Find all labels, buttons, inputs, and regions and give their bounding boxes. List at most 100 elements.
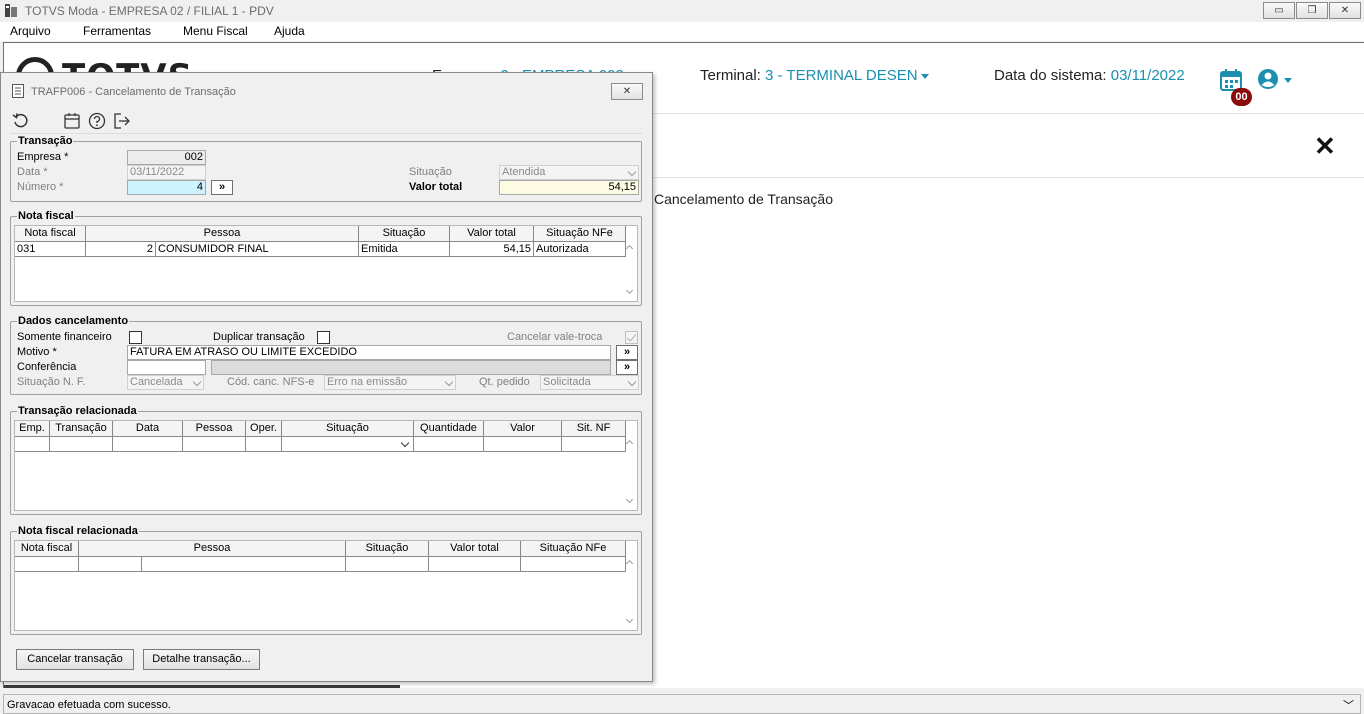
vertical-scrollbar[interactable] xyxy=(623,226,637,301)
toolbar-divider xyxy=(10,133,642,134)
empresa-field[interactable]: 002 xyxy=(127,150,206,165)
cod-canc-select[interactable]: Erro na emissão xyxy=(324,375,456,390)
minimize-button[interactable]: ▭ xyxy=(1263,2,1295,19)
group-title: Transação xyxy=(17,135,74,147)
conferencia-field[interactable] xyxy=(127,360,206,375)
system-date-value: 03/11/2022 xyxy=(1110,67,1185,84)
scroll-down-icon[interactable] xyxy=(625,286,634,295)
vertical-scrollbar[interactable] xyxy=(623,421,637,510)
scroll-up-icon[interactable] xyxy=(625,244,634,253)
table-cell[interactable] xyxy=(246,437,282,452)
menu-ferramentas[interactable]: Ferramentas xyxy=(83,24,151,38)
column-header[interactable]: Nota fiscal xyxy=(15,226,86,242)
valor-total-field[interactable]: 54,15 xyxy=(499,180,639,195)
table-cell[interactable] xyxy=(521,557,626,572)
column-header[interactable]: Valor total xyxy=(450,226,534,242)
situacao-dropdown-cell[interactable] xyxy=(282,437,414,452)
table-cell[interactable]: 54,15 xyxy=(450,242,534,257)
table-cell[interactable] xyxy=(15,557,79,572)
column-header[interactable]: Emp. xyxy=(15,421,50,437)
refresh-icon[interactable] xyxy=(12,112,30,130)
cancelar-transacao-button[interactable]: Cancelar transação xyxy=(16,649,134,670)
notification-badge: 00 xyxy=(1231,88,1252,106)
situacao-label: Situação xyxy=(409,166,452,178)
qt-pedido-value: Solicitada xyxy=(543,376,591,388)
numero-lookup-button[interactable]: » xyxy=(211,180,233,195)
column-header[interactable]: Transação xyxy=(50,421,113,437)
user-avatar-icon[interactable] xyxy=(1257,68,1293,90)
column-header[interactable]: Situação xyxy=(346,541,429,557)
terminal-selector[interactable]: Terminal: 3 - TERMINAL DESEN xyxy=(700,67,929,84)
close-icon: ✕ xyxy=(622,86,632,97)
horizontal-scrollbar[interactable] xyxy=(4,685,400,688)
menu-ajuda[interactable]: Ajuda xyxy=(274,24,305,38)
conferencia-label: Conferência xyxy=(17,361,77,373)
table-cell[interactable]: 031 xyxy=(15,242,86,257)
motivo-field[interactable]: FATURA EM ATRASO OU LIMITE EXCEDIDO xyxy=(127,345,611,360)
status-bar: Gravacao efetuada com sucesso. ﹀ xyxy=(3,694,1361,714)
scroll-up-icon[interactable] xyxy=(625,439,634,448)
scroll-down-icon[interactable] xyxy=(625,495,634,504)
column-header[interactable]: Situação NFe xyxy=(521,541,626,557)
motivo-lookup-button[interactable]: » xyxy=(616,345,638,360)
terminal-label: Terminal: xyxy=(700,67,761,84)
table-cell[interactable] xyxy=(484,437,562,452)
cancelar-vale-checkbox[interactable] xyxy=(625,331,638,344)
close-page-icon[interactable]: ✕ xyxy=(1314,131,1336,162)
table-cell[interactable] xyxy=(414,437,484,452)
table-cell[interactable]: 2 xyxy=(86,242,156,257)
table-cell[interactable] xyxy=(142,557,346,572)
table-cell[interactable] xyxy=(429,557,521,572)
table-cell[interactable]: Emitida xyxy=(359,242,450,257)
chevron-down-icon[interactable]: ﹀ xyxy=(1343,697,1354,713)
column-header[interactable]: Situação xyxy=(282,421,414,437)
qt-pedido-select[interactable]: Solicitada xyxy=(540,375,639,390)
column-header[interactable]: Situação NFe xyxy=(534,226,626,242)
help-icon[interactable] xyxy=(88,112,106,130)
table-cell[interactable] xyxy=(15,437,50,452)
column-header[interactable]: Valor total xyxy=(429,541,521,557)
chevron-down-icon xyxy=(444,377,454,387)
scroll-up-icon[interactable] xyxy=(625,559,634,568)
system-date-label: Data do sistema: xyxy=(994,67,1107,84)
table-cell[interactable] xyxy=(183,437,246,452)
column-header[interactable]: Situação xyxy=(359,226,450,242)
table-cell[interactable] xyxy=(113,437,183,452)
data-field[interactable]: 03/11/2022 xyxy=(127,165,206,180)
column-header[interactable]: Pessoa xyxy=(79,541,346,557)
situacao-select[interactable]: Atendida xyxy=(499,165,639,180)
column-header[interactable]: Data xyxy=(113,421,183,437)
table-cell[interactable]: CONSUMIDOR FINAL xyxy=(156,242,359,257)
table-cell[interactable]: Autorizada xyxy=(534,242,626,257)
numero-field[interactable]: 4 xyxy=(127,180,206,195)
conferencia-lookup-button[interactable]: » xyxy=(616,360,638,375)
duplicar-checkbox[interactable] xyxy=(317,331,330,344)
column-header[interactable]: Quantidade xyxy=(414,421,484,437)
menu-arquivo[interactable]: Arquivo xyxy=(10,24,51,38)
scroll-down-icon[interactable] xyxy=(625,615,634,624)
column-header[interactable]: Sit. NF xyxy=(562,421,626,437)
restore-button[interactable]: ❐ xyxy=(1296,2,1328,19)
column-header[interactable]: Valor xyxy=(484,421,562,437)
table-cell[interactable] xyxy=(79,557,142,572)
somente-financeiro-checkbox[interactable] xyxy=(129,331,142,344)
table-cell[interactable] xyxy=(50,437,113,452)
cod-canc-label: Cód. canc. NFS-e xyxy=(227,376,315,388)
table-cell[interactable] xyxy=(562,437,626,452)
column-header[interactable]: Oper. xyxy=(246,421,282,437)
situacao-nf-select[interactable]: Cancelada xyxy=(127,375,204,390)
cancelamento-dialog: TRAFP006 - Cancelamento de Transação ✕ T… xyxy=(0,72,653,682)
vertical-scrollbar[interactable] xyxy=(623,541,637,630)
dialog-close-button[interactable]: ✕ xyxy=(611,83,643,100)
table-cell[interactable] xyxy=(346,557,429,572)
dialog-title: TRAFP006 - Cancelamento de Transação xyxy=(31,86,236,98)
menu-fiscal[interactable]: Menu Fiscal xyxy=(183,24,248,38)
calendar-icon[interactable] xyxy=(63,112,81,130)
column-header[interactable]: Pessoa xyxy=(183,421,246,437)
column-header[interactable]: Nota fiscal xyxy=(15,541,79,557)
column-header[interactable]: Pessoa xyxy=(86,226,359,242)
exit-icon[interactable] xyxy=(113,112,131,130)
dialog-titlebar: TRAFP006 - Cancelamento de Transação ✕ xyxy=(1,73,652,109)
close-window-button[interactable]: ✕ xyxy=(1329,2,1361,19)
detalhe-transacao-button[interactable]: Detalhe transação... xyxy=(143,649,260,670)
